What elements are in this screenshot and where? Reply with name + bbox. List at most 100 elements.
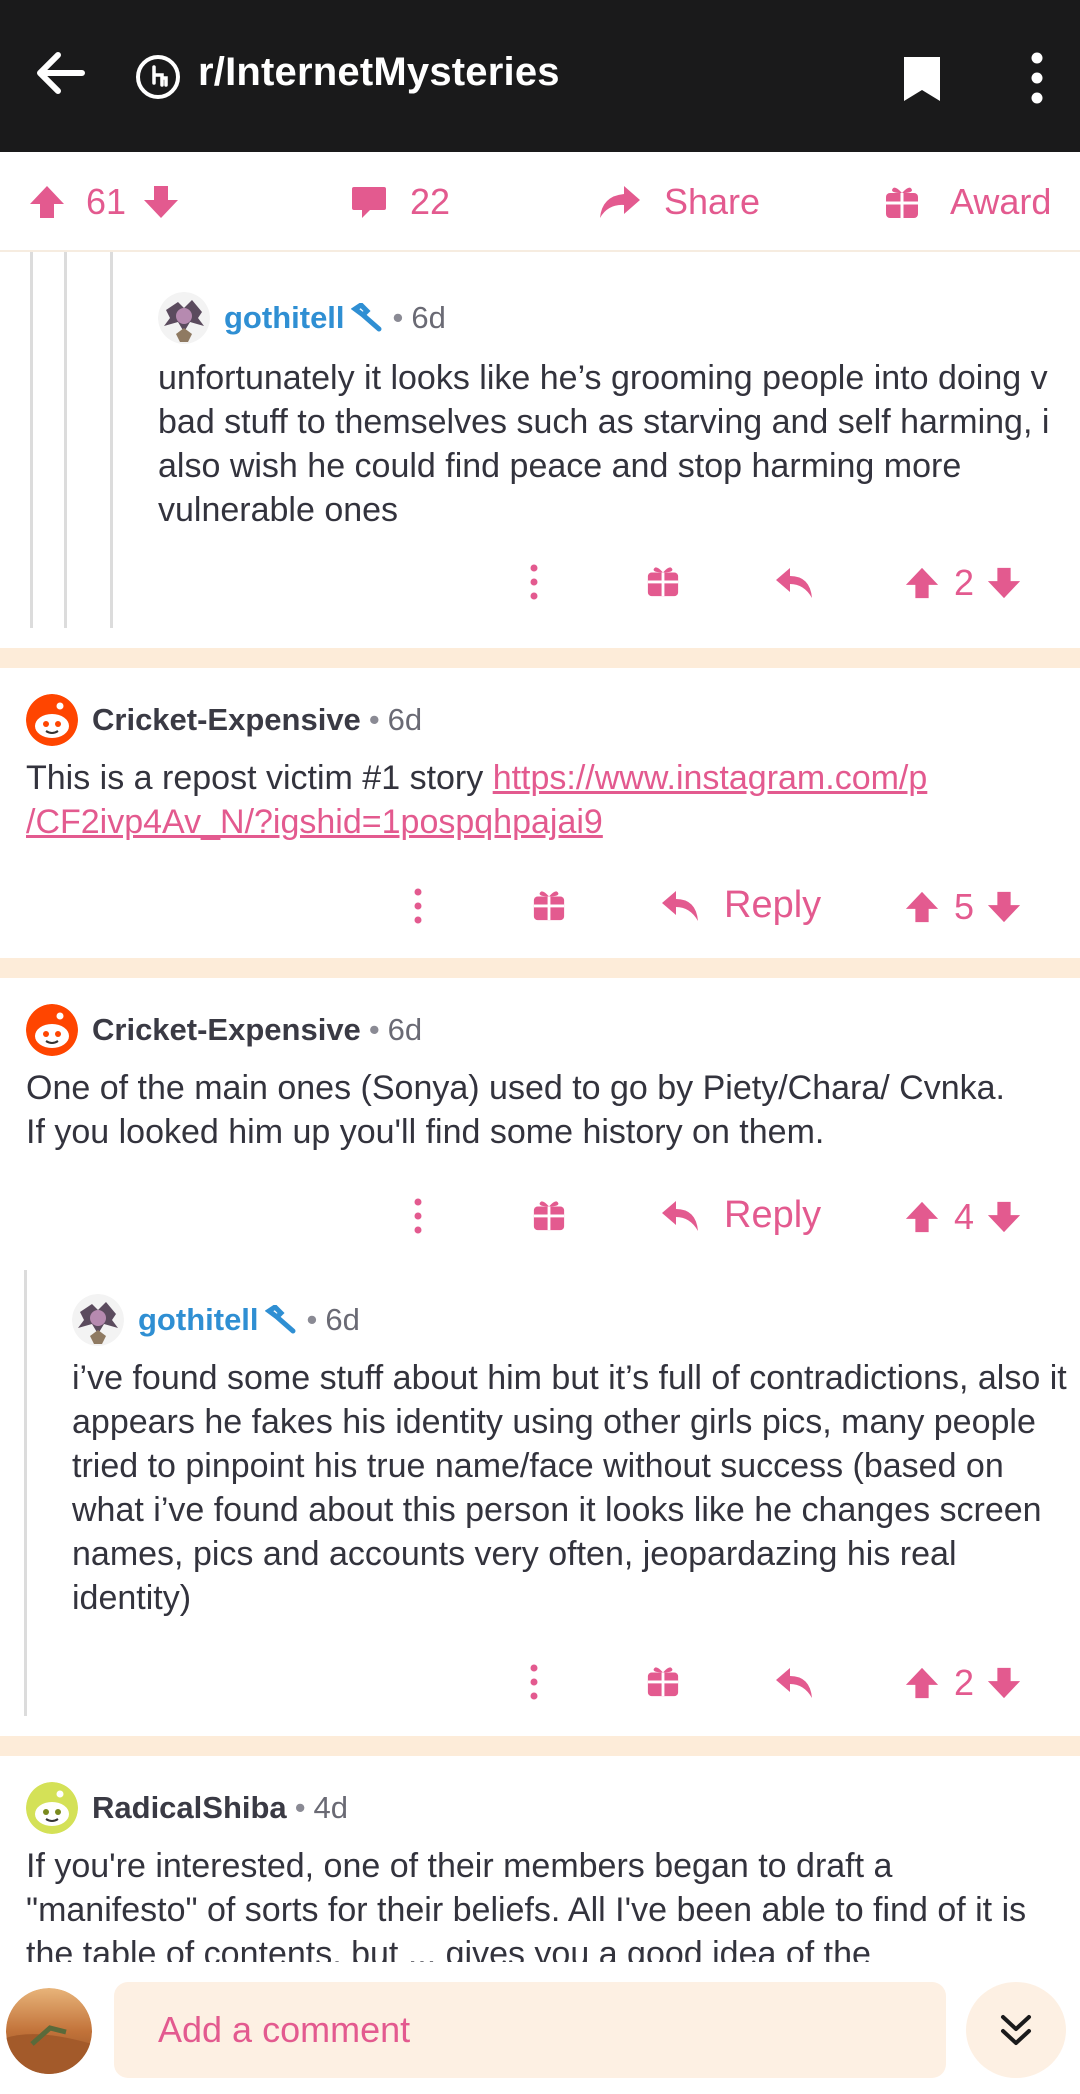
award-button[interactable] [532, 1198, 566, 1232]
current-user-avatar[interactable] [6, 1988, 92, 2074]
user-avatar[interactable] [158, 292, 210, 344]
comment-text: This is a repost victim #1 story https:/… [26, 756, 1066, 844]
post-comments-button[interactable]: 22 [350, 152, 450, 252]
gift-icon [533, 1201, 565, 1231]
comment-icon [352, 187, 386, 218]
more-options-button[interactable] [526, 562, 542, 602]
thread-line [30, 252, 33, 628]
more-vertical-icon[interactable] [1022, 50, 1052, 106]
separator-band [0, 648, 1080, 668]
award-button[interactable] [532, 888, 566, 922]
award-label: Award [950, 181, 1052, 222]
reply-button[interactable] [774, 566, 814, 600]
comment-age: 4d [313, 1790, 349, 1825]
comment-username[interactable]: gothitell [224, 300, 345, 336]
reply-icon [662, 1200, 698, 1231]
back-arrow-icon[interactable] [30, 42, 92, 104]
downvote-icon[interactable] [986, 565, 1022, 601]
mod-wrench-icon [264, 1305, 296, 1334]
comment-score: 2 [954, 1662, 975, 1703]
comment-username[interactable]: Cricket-Expensive [92, 1012, 361, 1048]
reply-button[interactable]: Reply [660, 884, 821, 927]
reply-button[interactable] [774, 1666, 814, 1700]
more-vertical-icon [414, 888, 422, 924]
thread-line [64, 252, 67, 628]
comment-age: 6d [411, 300, 446, 335]
snoo-avatar-icon[interactable] [26, 1004, 78, 1056]
comment-text: If you're interested, one of their membe… [26, 1847, 1027, 1962]
reply-label: Reply [724, 884, 822, 926]
user-avatar[interactable] [72, 1294, 124, 1346]
separator-dot: • [306, 1302, 318, 1337]
thread-line [110, 252, 113, 628]
downvote-icon[interactable] [986, 1665, 1022, 1701]
add-comment-input[interactable]: Add a comment [114, 1982, 946, 2078]
subreddit-title[interactable]: r/InternetMysteries [198, 50, 560, 95]
comment-header: Cricket-Expensive • 6d [26, 1004, 422, 1056]
vote-group: 2 [904, 1662, 1022, 1704]
comment-header: Cricket-Expensive • 6d [26, 694, 422, 746]
gift-icon [647, 1667, 679, 1697]
upvote-icon[interactable] [904, 1199, 940, 1235]
vote-group: 4 [904, 1196, 1022, 1238]
comment-text-prefix: This is a repost victim #1 story [26, 759, 493, 797]
post-vote-group: 61 [28, 152, 180, 252]
post-action-bar: 61 22 Share Award [0, 152, 1080, 252]
subreddit-icon[interactable] [134, 53, 182, 101]
share-button[interactable]: Share [598, 152, 760, 252]
collapse-button[interactable] [966, 1982, 1066, 2078]
post-score: 61 [86, 181, 127, 222]
reply-button[interactable]: Reply [660, 1194, 821, 1237]
award-button[interactable] [646, 564, 680, 598]
separator-dot: • [368, 1012, 380, 1047]
reply-icon [776, 568, 812, 598]
bookmark-icon[interactable] [901, 54, 943, 104]
app-bar: r/InternetMysteries [0, 0, 1080, 152]
more-vertical-icon [530, 1664, 538, 1700]
more-vertical-icon [530, 564, 538, 600]
comment-username[interactable]: gothitell [138, 1302, 259, 1338]
vote-group: 2 [904, 562, 1022, 604]
vote-group: 5 [904, 886, 1022, 928]
upvote-icon[interactable] [28, 184, 66, 220]
comment-header: gothitell • 6d [158, 292, 446, 344]
comments-count: 22 [410, 181, 451, 222]
award-button[interactable] [646, 1664, 680, 1698]
comment-score: 2 [954, 562, 975, 603]
downvote-icon[interactable] [986, 1199, 1022, 1235]
downvote-icon[interactable] [142, 184, 180, 220]
reply-label: Reply [724, 1194, 822, 1236]
separator-dot: • [294, 1790, 306, 1825]
comment-text: unfortunately it looks like he’s groomin… [158, 359, 1050, 529]
comment-score: 4 [954, 1196, 975, 1237]
comment-username[interactable]: RadicalShiba [92, 1790, 287, 1826]
snoo-avatar-icon[interactable] [26, 1782, 78, 1834]
comment-link-line1: https://www.instagram.com/p [492, 759, 928, 797]
more-vertical-icon [414, 1198, 422, 1234]
comment-age: 6d [325, 1302, 360, 1337]
mod-wrench-icon [350, 303, 382, 332]
gift-icon [533, 891, 565, 921]
upvote-icon[interactable] [904, 889, 940, 925]
reply-icon [776, 1668, 812, 1698]
comment-score: 5 [954, 886, 975, 927]
upvote-icon[interactable] [904, 1665, 940, 1701]
downvote-icon[interactable] [986, 889, 1022, 925]
award-button[interactable]: Award [884, 152, 1051, 252]
upvote-icon[interactable] [904, 565, 940, 601]
comment-header: RadicalShiba • 4d [26, 1782, 348, 1834]
more-options-button[interactable] [410, 1196, 426, 1236]
separator-dot: • [392, 300, 404, 335]
thread-line [24, 1270, 27, 1716]
double-chevron-down-icon [1001, 2015, 1031, 2045]
separator-band [0, 958, 1080, 978]
share-icon [600, 186, 640, 218]
comment-compose-bar: Add a comment [0, 1962, 1080, 2094]
comment-username[interactable]: Cricket-Expensive [92, 702, 361, 738]
more-options-button[interactable] [410, 886, 426, 926]
separator-band [0, 1736, 1080, 1756]
more-options-button[interactable] [526, 1662, 542, 1702]
snoo-avatar-icon[interactable] [26, 694, 78, 746]
reply-icon [662, 890, 698, 921]
comment-age: 6d [387, 1012, 423, 1047]
